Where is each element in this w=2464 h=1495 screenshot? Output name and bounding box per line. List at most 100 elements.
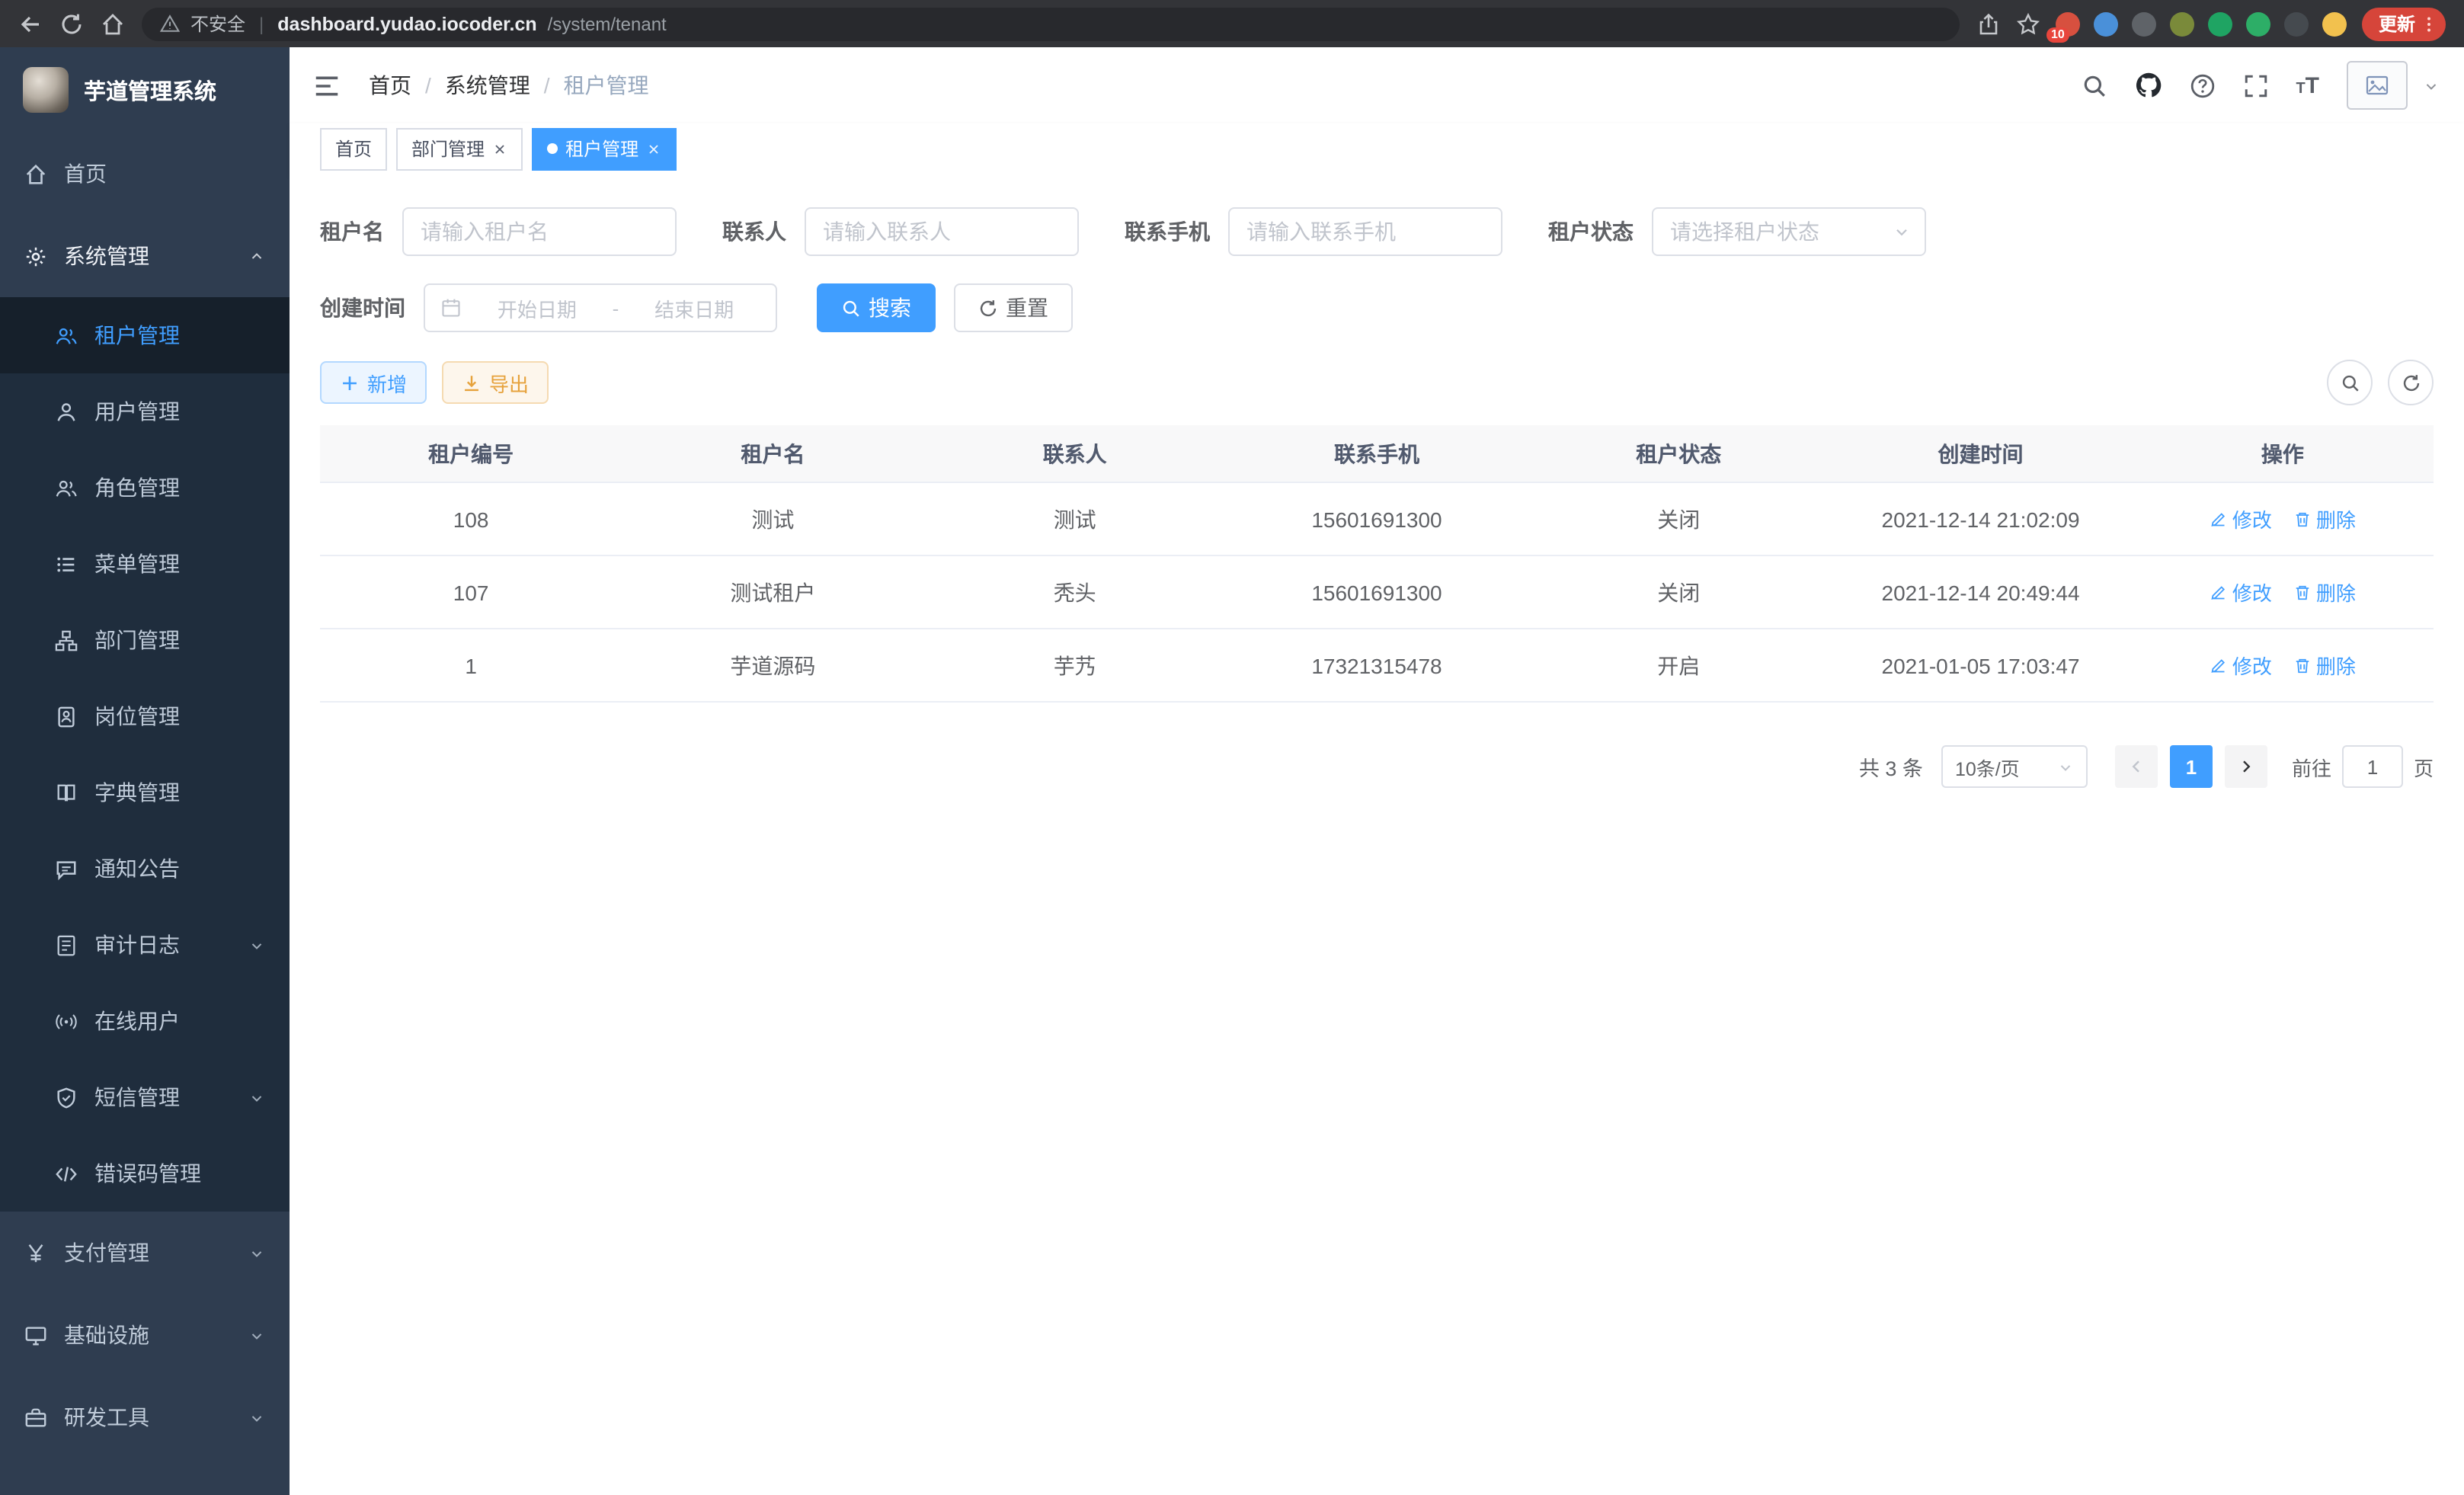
close-icon[interactable] <box>646 141 661 156</box>
toggle-search-button[interactable] <box>2327 360 2373 405</box>
sidebar-item-post[interactable]: 岗位管理 <box>0 678 290 754</box>
sidebar-item-sms[interactable]: 短信管理 <box>0 1059 290 1135</box>
next-page-button[interactable] <box>2225 745 2267 788</box>
browser-back-icon[interactable] <box>18 11 43 36</box>
fullscreen-icon[interactable] <box>2242 72 2268 98</box>
page-size-select[interactable]: 10条/页 <box>1941 745 2088 788</box>
search-button[interactable]: 搜索 <box>817 283 936 332</box>
breadcrumb-item[interactable]: 首页 <box>369 70 411 101</box>
refresh-table-button[interactable] <box>2388 360 2434 405</box>
filter-phone: 联系手机 <box>1125 207 1502 256</box>
add-button[interactable]: 新增 <box>320 361 427 404</box>
sidebar-collapse-icon[interactable] <box>312 71 341 100</box>
help-icon[interactable] <box>2189 72 2215 98</box>
sidebar-menu: 首页系统管理租户管理用户管理角色管理菜单管理部门管理岗位管理字典管理通知公告审计… <box>0 133 290 1495</box>
status-select[interactable]: 请选择租户状态 <box>1652 207 1926 256</box>
extension-icon-4[interactable] <box>2170 11 2194 36</box>
extension-icon-8[interactable] <box>2322 11 2347 36</box>
badge-icon <box>55 705 78 728</box>
edit-link[interactable]: 修改 <box>2210 578 2272 607</box>
browser-update-button[interactable]: 更新 <box>2362 7 2446 40</box>
browser-home-icon[interactable] <box>101 11 125 36</box>
tab-item[interactable]: 首页 <box>320 127 387 170</box>
cell-phone: 15601691300 <box>1226 482 1528 555</box>
url-path: /system/tenant <box>548 13 667 34</box>
download-icon <box>462 373 482 392</box>
reset-button-label: 重置 <box>1006 293 1048 323</box>
goto-page-input[interactable] <box>2342 745 2403 788</box>
page-number-button[interactable]: 1 <box>2170 745 2213 788</box>
close-icon[interactable] <box>492 141 507 156</box>
sidebar-item-tenant[interactable]: 租户管理 <box>0 297 290 373</box>
sidebar-item-role[interactable]: 角色管理 <box>0 450 290 526</box>
sidebar-item-dict[interactable]: 字典管理 <box>0 754 290 831</box>
cell-id: 107 <box>320 555 622 629</box>
sidebar-item-home[interactable]: 首页 <box>0 133 290 215</box>
delete-link[interactable]: 删除 <box>2293 578 2356 607</box>
cell-status: 开启 <box>1528 629 1829 702</box>
page: 不安全 | dashboard.yudao.iocoder.cn /system… <box>0 0 2464 1495</box>
edit-label: 修改 <box>2232 504 2272 533</box>
sidebar-item-devtool[interactable]: 研发工具 <box>0 1376 290 1458</box>
goto-unit-label: 页 <box>2414 752 2434 781</box>
extension-icon-1[interactable]: 10 <box>2056 11 2080 36</box>
tree-icon <box>55 629 78 651</box>
sidebar-item-errcode[interactable]: 错误码管理 <box>0 1135 290 1212</box>
search-button-label: 搜索 <box>869 293 911 323</box>
sidebar-item-dept[interactable]: 部门管理 <box>0 602 290 678</box>
contact-input[interactable] <box>805 207 1079 256</box>
extension-icon-6[interactable] <box>2246 11 2270 36</box>
date-separator: - <box>613 296 619 319</box>
start-date-placeholder: 开始日期 <box>471 293 603 322</box>
search-icon[interactable] <box>2081 72 2107 98</box>
edit-link[interactable]: 修改 <box>2210 651 2272 680</box>
trash-icon <box>2293 510 2312 528</box>
app-logo[interactable]: 芋道管理系统 <box>0 47 290 133</box>
browser-menu-dots-icon[interactable] <box>2420 14 2438 33</box>
user-avatar[interactable] <box>2347 61 2408 110</box>
extension-icon-3[interactable] <box>2132 11 2156 36</box>
extension-icon-5[interactable] <box>2208 11 2232 36</box>
edit-link[interactable]: 修改 <box>2210 504 2272 533</box>
export-button[interactable]: 导出 <box>442 361 549 404</box>
share-icon[interactable] <box>1976 11 2001 36</box>
delete-link[interactable]: 删除 <box>2293 651 2356 680</box>
phone-input[interactable] <box>1228 207 1502 256</box>
sidebar-item-system[interactable]: 系统管理 <box>0 215 290 297</box>
sidebar-item-infra[interactable]: 基础设施 <box>0 1294 290 1376</box>
extension-icon-2[interactable] <box>2094 11 2118 36</box>
sidebar-item-auditlog[interactable]: 审计日志 <box>0 907 290 983</box>
date-range-picker[interactable]: 开始日期 - 结束日期 <box>424 283 777 332</box>
tab-item[interactable]: 租户管理 <box>532 127 677 170</box>
logo-avatar <box>23 67 69 113</box>
sidebar-item-notice[interactable]: 通知公告 <box>0 831 290 907</box>
chevron-down-icon <box>1893 222 1911 241</box>
code-icon <box>55 1162 78 1185</box>
sidebar-item-online[interactable]: 在线用户 <box>0 983 290 1059</box>
delete-label: 删除 <box>2316 651 2356 680</box>
sidebar-item-menu[interactable]: 菜单管理 <box>0 526 290 602</box>
delete-link[interactable]: 删除 <box>2293 504 2356 533</box>
sidebar-item-user[interactable]: 用户管理 <box>0 373 290 450</box>
tenant-name-input[interactable] <box>402 207 677 256</box>
github-icon[interactable] <box>2134 72 2162 99</box>
sidebar-item-label: 审计日志 <box>94 930 180 960</box>
sidebar-item-pay[interactable]: 支付管理 <box>0 1212 290 1294</box>
avatar-dropdown-caret-icon[interactable] <box>2423 77 2440 94</box>
bookmark-star-icon[interactable] <box>2016 11 2040 36</box>
address-bar[interactable]: 不安全 | dashboard.yudao.iocoder.cn /system… <box>142 7 1960 40</box>
browser-reload-icon[interactable] <box>59 11 84 36</box>
sidebar-item-label: 角色管理 <box>94 472 180 503</box>
chevron-down-icon <box>248 1327 265 1343</box>
font-size-icon[interactable]: TT <box>2296 74 2319 97</box>
cell-actions: 修改 删除 <box>2132 629 2434 702</box>
chat-icon <box>55 857 78 880</box>
sidebar: 芋道管理系统 首页系统管理租户管理用户管理角色管理菜单管理部门管理岗位管理字典管… <box>0 47 290 1495</box>
tab-item[interactable]: 部门管理 <box>396 127 523 170</box>
cell-name: 测试租户 <box>622 555 923 629</box>
breadcrumb-item[interactable]: 系统管理 <box>445 70 530 101</box>
column-header: 租户编号 <box>320 425 622 482</box>
reset-button[interactable]: 重置 <box>954 283 1073 332</box>
extension-icon-7[interactable] <box>2284 11 2309 36</box>
prev-page-button[interactable] <box>2115 745 2158 788</box>
